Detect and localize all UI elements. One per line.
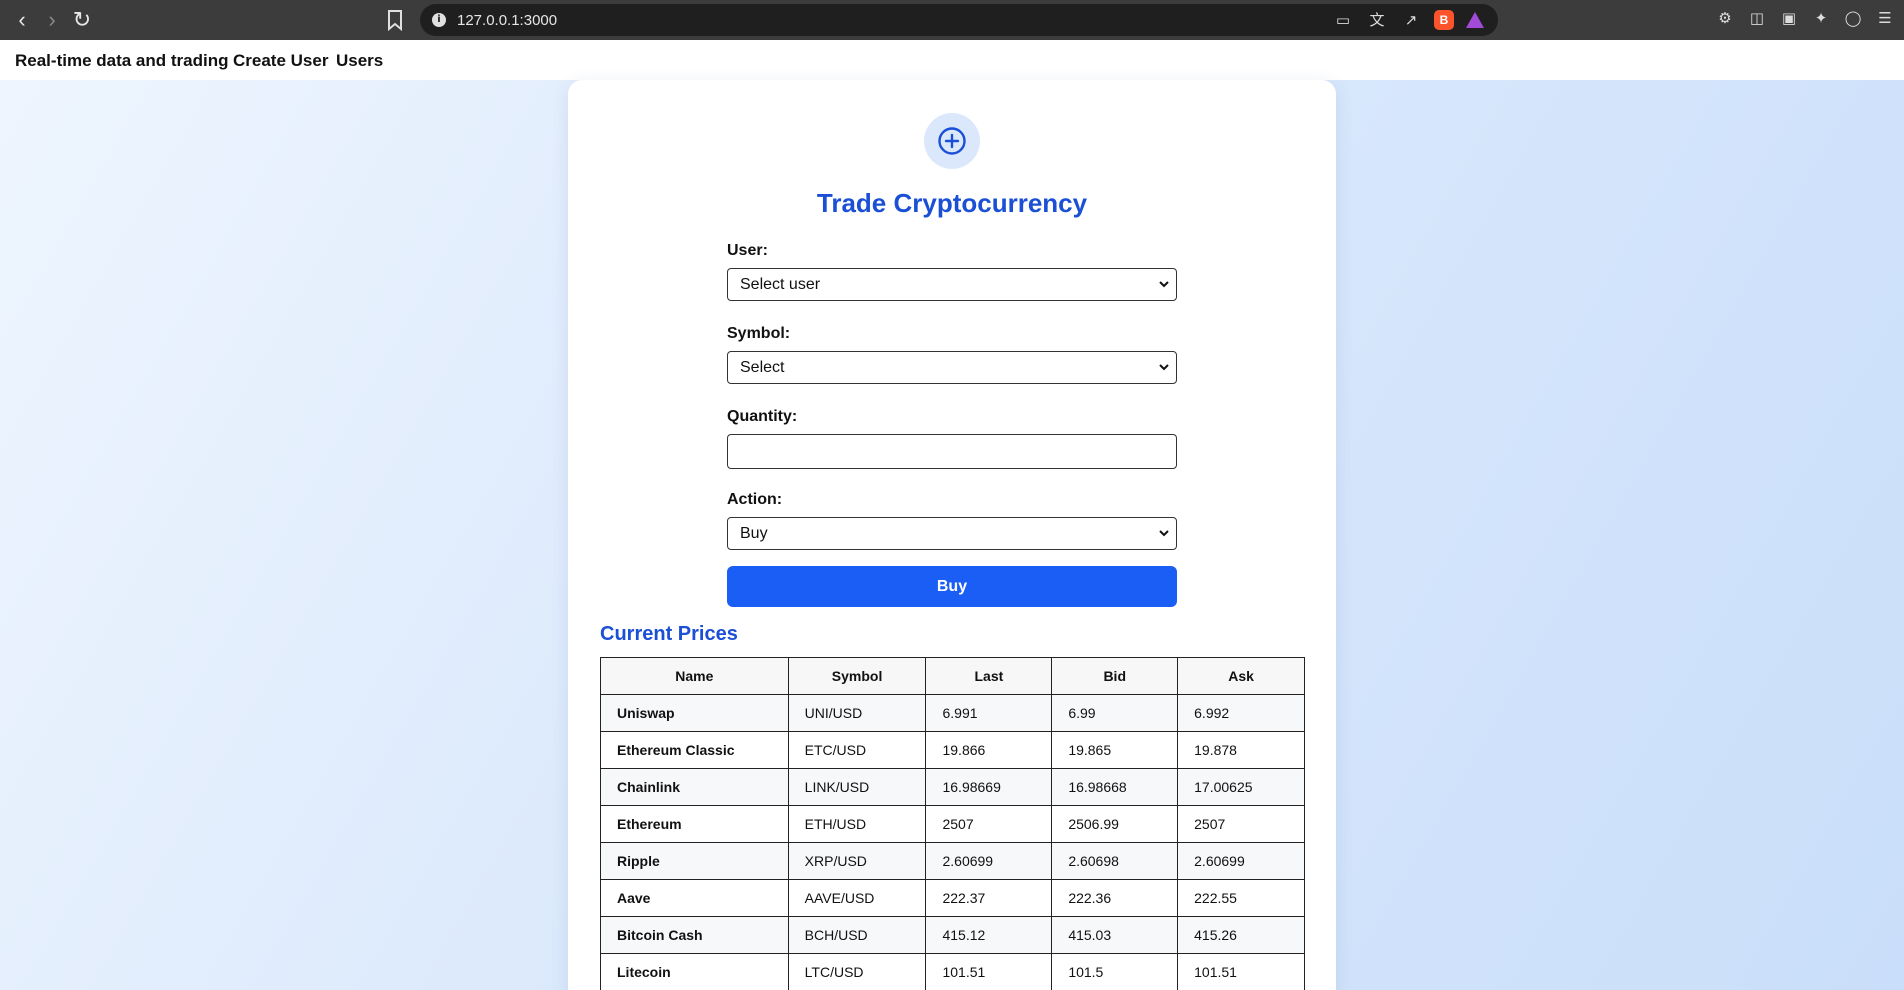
leo-icon[interactable]: ✦ [1810,8,1832,28]
cell-symbol: UNI/USD [787,694,927,732]
cell-ask: 2.60699 [1177,842,1305,880]
cell-bid: 6.99 [1051,694,1179,732]
table-row: Aave AAVE/USD 222.37 222.36 222.55 [600,879,1305,917]
action-select[interactable]: Buy [727,517,1177,550]
cell-bid: 2.60698 [1051,842,1179,880]
sidebar-icon[interactable]: ◫ [1746,8,1768,28]
cell-bid: 19.865 [1051,731,1179,769]
cell-bid: 2506.99 [1051,805,1179,843]
trade-card: Trade Cryptocurrency User: Select user S… [568,80,1336,990]
cell-name: Litecoin [600,953,789,990]
forward-icon[interactable]: › [38,6,66,34]
extensions-icon[interactable]: ⚙ [1714,8,1736,28]
translate-icon[interactable]: 文 [1366,10,1388,30]
action-select-value: Buy [740,525,768,542]
quantity-input[interactable] [727,434,1177,469]
cell-symbol: LINK/USD [787,768,927,806]
url-text: 127.0.0.1:3000 [457,12,558,29]
cell-bid: 222.36 [1051,879,1179,917]
cell-symbol: ETC/USD [787,731,927,769]
chevron-down-icon [1159,281,1169,288]
cell-symbol: ETH/USD [787,805,927,843]
user-select[interactable]: Select user [727,268,1177,301]
symbol-select-value: Select [740,359,785,376]
cell-symbol: AAVE/USD [787,879,927,917]
cell-last: 415.12 [925,916,1053,954]
prices-heading: Current Prices [600,623,738,645]
symbol-select[interactable]: Select [727,351,1177,384]
symbol-label: Symbol: [727,325,791,342]
page-background: Trade Cryptocurrency User: Select user S… [0,80,1904,990]
cell-name: Ripple [600,842,789,880]
chevron-down-icon [1159,530,1169,537]
cell-bid: 16.98668 [1051,768,1179,806]
cell-last: 16.98669 [925,768,1053,806]
prices-table: Name Symbol Last Bid Ask Uniswap UNI/USD 6… [600,657,1305,990]
col-header-last: Last [925,657,1053,695]
nav-link-users[interactable]: Users [336,51,383,71]
cell-bid: 101.5 [1051,953,1179,990]
cell-name: Aave [600,879,789,917]
col-header-name: Name [600,657,789,695]
menu-icon[interactable]: ☰ [1874,8,1896,28]
trade-form: User: Select user Symbol: Select Quantit… [727,242,1177,607]
page-title: Trade Cryptocurrency [816,188,1088,218]
plus-circle-icon [924,113,980,169]
action-label: Action: [727,491,783,508]
table-header-row: Name Symbol Last Bid Ask [600,657,1305,695]
cell-last: 101.51 [925,953,1053,990]
cell-symbol: LTC/USD [787,953,927,990]
cell-last: 19.866 [925,731,1053,769]
cell-symbol: XRP/USD [787,842,927,880]
user-label: User: [727,242,768,259]
share-icon[interactable]: ↗ [1400,10,1422,30]
cell-ask: 17.00625 [1177,768,1305,806]
cell-ask: 19.878 [1177,731,1305,769]
back-icon[interactable]: ‹ [8,6,36,34]
table-row: Litecoin LTC/USD 101.51 101.5 101.51 [600,953,1305,990]
table-row: Chainlink LINK/USD 16.98669 16.98668 17.0062… [600,768,1305,806]
brave-shields-icon[interactable]: B [1434,10,1454,30]
table-row: Ethereum ETH/USD 2507 2506.99 2507 [600,805,1305,843]
table-row: Bitcoin Cash BCH/USD 415.12 415.03 415.26 [600,916,1305,954]
col-header-bid: Bid [1051,657,1179,695]
chevron-down-icon [1159,364,1169,371]
submit-trade-button[interactable]: Buy [727,566,1177,607]
cell-ask: 2507 [1177,805,1305,843]
bookmark-icon[interactable] [383,7,407,33]
table-row: Uniswap UNI/USD 6.991 6.99 6.992 [600,694,1305,732]
cell-ask: 415.26 [1177,916,1305,954]
col-header-symbol: Symbol [787,657,927,695]
cell-bid: 415.03 [1051,916,1179,954]
user-select-value: Select user [740,276,821,293]
col-header-ask: Ask [1177,657,1305,695]
cell-name: Ethereum Classic [600,731,789,769]
nav-link-create-user[interactable]: Create User [233,51,328,71]
site-info-icon[interactable]: i [432,13,446,27]
cast-icon[interactable]: ▭ [1332,10,1354,30]
address-bar[interactable]: i 127.0.0.1:3000 ▭ 文 ↗ B [420,4,1498,36]
cell-name: Bitcoin Cash [600,916,789,954]
cell-last: 222.37 [925,879,1053,917]
cell-name: Uniswap [600,694,789,732]
cell-ask: 222.55 [1177,879,1305,917]
wallet-icon[interactable]: ▣ [1778,8,1800,28]
brave-rewards-icon[interactable] [1466,12,1484,28]
table-row: Ethereum Classic ETC/USD 19.866 19.865 19.87… [600,731,1305,769]
vpn-icon[interactable]: ◯ [1842,8,1864,28]
cell-last: 2.60699 [925,842,1053,880]
browser-toolbar: ‹ › ↻ i 127.0.0.1:3000 ▭ 文 ↗ B ⚙ ◫ ▣ ✦ ◯… [0,0,1904,40]
reload-icon[interactable]: ↻ [68,6,96,34]
cell-name: Chainlink [600,768,789,806]
cell-ask: 101.51 [1177,953,1305,990]
table-row: Ripple XRP/USD 2.60699 2.60698 2.60699 [600,842,1305,880]
cell-last: 6.991 [925,694,1053,732]
app-navbar: Real-time data and trading Create User U… [0,40,1904,80]
nav-link-realtime[interactable]: Real-time data and trading [15,51,228,71]
quantity-label: Quantity: [727,408,798,425]
cell-name: Ethereum [600,805,789,843]
cell-symbol: BCH/USD [787,916,927,954]
cell-last: 2507 [925,805,1053,843]
cell-ask: 6.992 [1177,694,1305,732]
